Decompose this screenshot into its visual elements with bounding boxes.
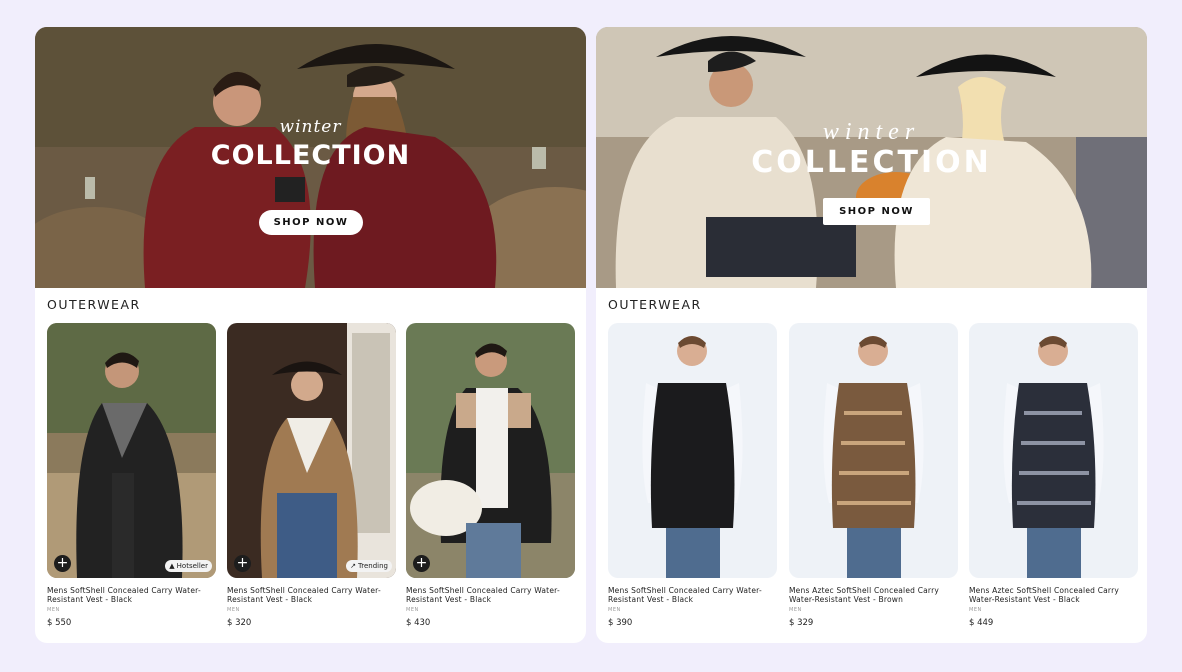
- add-to-cart-button[interactable]: +: [54, 555, 71, 572]
- product-image[interactable]: + ▲ Hotseller: [47, 323, 216, 578]
- product-card[interactable]: + ↗ Trending Mens SoftShell Concealed Ca…: [227, 323, 396, 628]
- product-card[interactable]: Mens Aztec SoftShell Concealed Carry Wat…: [969, 323, 1138, 628]
- collection-panel-right: winter COLLECTION SHOP NOW OUTERWEAR Men…: [596, 27, 1147, 643]
- hero-banner: winter COLLECTION SHOP NOW: [596, 27, 1147, 288]
- hero-title: COLLECTION: [210, 140, 411, 171]
- product-category: MEN: [406, 607, 419, 613]
- section-title: OUTERWEAR: [47, 297, 141, 312]
- product-name[interactable]: Mens SoftShell Concealed Carry Water-Res…: [227, 586, 396, 604]
- product-category: MEN: [789, 607, 802, 613]
- product-price: $ 329: [789, 618, 814, 628]
- hotseller-badge: ▲ Hotseller: [165, 560, 212, 572]
- product-image[interactable]: [969, 323, 1138, 578]
- product-price: $ 430: [406, 618, 431, 628]
- shop-now-button[interactable]: SHOP NOW: [823, 198, 930, 225]
- hero-title: COLLECTION: [751, 145, 992, 180]
- product-name[interactable]: Mens Aztec SoftShell Concealed Carry Wat…: [789, 586, 958, 604]
- product-card[interactable]: Mens SoftShell Concealed Carry Water-Res…: [608, 323, 777, 628]
- trend-icon: ↗: [350, 562, 357, 570]
- product-card[interactable]: + Mens SoftShell Concealed Carry Water-R…: [406, 323, 575, 628]
- collection-panel-left: winter COLLECTION SHOP NOW OUTERWEAR + ▲…: [35, 27, 586, 643]
- product-category: MEN: [227, 607, 240, 613]
- section-title: OUTERWEAR: [608, 297, 702, 312]
- product-name[interactable]: Mens SoftShell Concealed Carry Water-Res…: [608, 586, 777, 604]
- hero-banner: winter COLLECTION SHOP NOW: [35, 27, 586, 288]
- product-category: MEN: [608, 607, 621, 613]
- product-image[interactable]: +: [406, 323, 575, 578]
- product-category: MEN: [47, 607, 60, 613]
- product-image[interactable]: + ↗ Trending: [227, 323, 396, 578]
- badge-label: Hotseller: [176, 562, 208, 570]
- product-price: $ 320: [227, 618, 252, 628]
- product-card[interactable]: Mens Aztec SoftShell Concealed Carry Wat…: [789, 323, 958, 628]
- product-name[interactable]: Mens Aztec SoftShell Concealed Carry Wat…: [969, 586, 1138, 604]
- hero-script-text: winter: [279, 117, 342, 137]
- product-name[interactable]: Mens SoftShell Concealed Carry Water-Res…: [406, 586, 575, 604]
- flame-icon: ▲: [169, 562, 175, 570]
- product-image[interactable]: [789, 323, 958, 578]
- add-to-cart-button[interactable]: +: [234, 555, 251, 572]
- product-price: $ 390: [608, 618, 633, 628]
- product-price: $ 449: [969, 618, 994, 628]
- shop-now-button[interactable]: SHOP NOW: [259, 210, 363, 235]
- product-name[interactable]: Mens SoftShell Concealed Carry Water-Res…: [47, 586, 216, 604]
- product-image[interactable]: [608, 323, 777, 578]
- trending-badge: ↗ Trending: [346, 560, 392, 572]
- badge-label: Trending: [358, 562, 388, 570]
- hero-script-text: winter: [822, 119, 921, 145]
- product-card[interactable]: + ▲ Hotseller Mens SoftShell Concealed C…: [47, 323, 216, 628]
- add-to-cart-button[interactable]: +: [413, 555, 430, 572]
- product-price: $ 550: [47, 618, 72, 628]
- product-category: MEN: [969, 607, 982, 613]
